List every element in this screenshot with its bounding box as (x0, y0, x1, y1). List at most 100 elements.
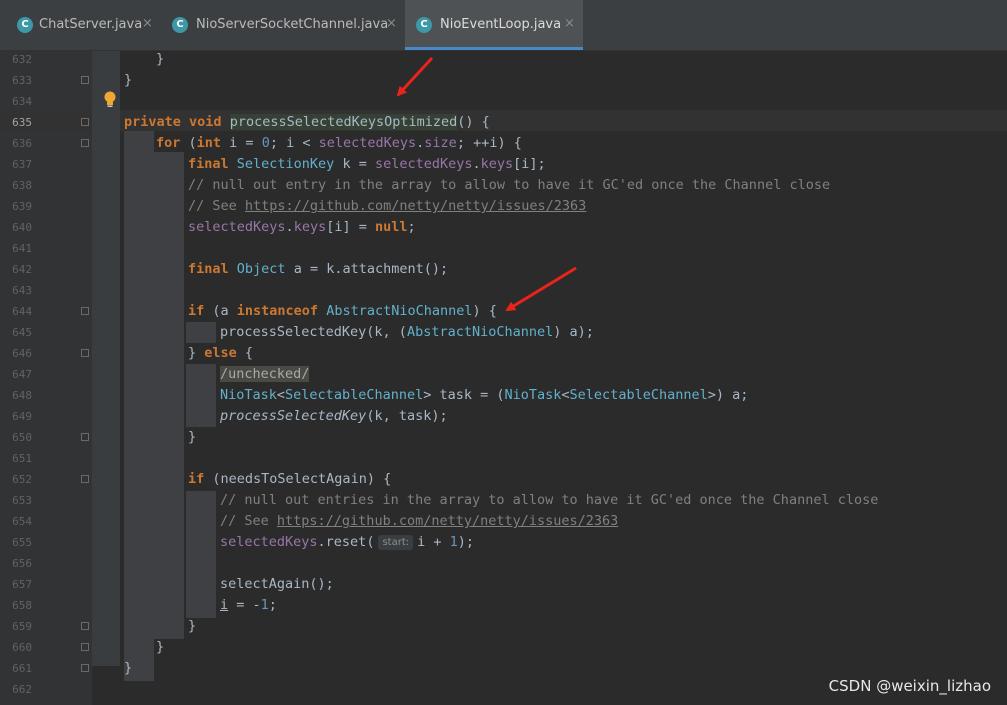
code-line: 657 selectAgain(); (0, 574, 1007, 595)
code-line: 636 for (int i = 0; i < selectedKeys.siz… (0, 133, 1007, 154)
code-line: 659 } (0, 616, 1007, 637)
fold-marker-icon[interactable] (81, 349, 89, 357)
fold-marker-icon[interactable] (81, 664, 89, 672)
code-text: for (int i = 0; i < selectedKeys.size; +… (156, 135, 522, 151)
tab-chatserver[interactable]: C ChatServer.java × (0, 0, 160, 50)
line-number: 635 (12, 116, 32, 129)
line-number: 637 (12, 158, 32, 171)
code-text: } (156, 51, 165, 67)
code-line: 656 (0, 553, 1007, 574)
code-line: 654 // See https://github.com/netty/nett… (0, 511, 1007, 532)
code-line: 642 final Object a = k.attachment(); (0, 259, 1007, 280)
code-line: 655 selectedKeys.reset(start: i + 1); (0, 532, 1007, 553)
code-line: 653 // null out entries in the array to … (0, 490, 1007, 511)
fold-marker-icon[interactable] (81, 622, 89, 630)
line-number: 647 (12, 368, 32, 381)
line-number: 658 (12, 599, 32, 612)
line-number: 654 (12, 515, 32, 528)
code-line: 658 i = -1; (0, 595, 1007, 616)
fold-marker-icon[interactable] (81, 433, 89, 441)
java-class-icon: C (17, 17, 33, 33)
close-icon[interactable]: × (564, 16, 575, 31)
fold-marker-icon[interactable] (81, 139, 89, 147)
line-number: 651 (12, 452, 32, 465)
code-line: 652 if (needsToSelectAgain) { (0, 469, 1007, 490)
code-line: 641 (0, 238, 1007, 259)
code-line: 643 (0, 280, 1007, 301)
parameter-hint: start: (378, 535, 414, 550)
code-line: 637 final SelectionKey k = selectedKeys.… (0, 154, 1007, 175)
code-line: 640 selectedKeys.keys[i] = null; (0, 217, 1007, 238)
line-number: 657 (12, 578, 32, 591)
code-text: if (needsToSelectAgain) { (188, 471, 392, 487)
line-number: 655 (12, 536, 32, 549)
code-editor[interactable]: 632 } 633 } 634 635 private void process… (0, 51, 1007, 705)
close-icon[interactable]: × (386, 16, 397, 31)
code-text: // null out entries in the array to allo… (220, 492, 879, 508)
code-line: 632 } (0, 49, 1007, 70)
code-line: 638 // null out entry in the array to al… (0, 175, 1007, 196)
line-number: 643 (12, 284, 32, 297)
editor-tab-bar: C ChatServer.java × C NioServerSocketCha… (0, 0, 1007, 51)
code-line: 661 } (0, 658, 1007, 679)
code-text: NioTask<SelectableChannel> task = (NioTa… (220, 387, 749, 403)
line-number: 638 (12, 179, 32, 192)
code-text: final SelectionKey k = selectedKeys.keys… (188, 156, 546, 172)
java-class-icon: C (172, 17, 188, 33)
close-icon[interactable]: × (142, 16, 153, 31)
code-text: selectedKeys.reset(start: i + 1); (220, 534, 475, 550)
tab-label: ChatServer.java (39, 17, 143, 32)
fold-marker-icon[interactable] (81, 643, 89, 651)
fold-marker-icon[interactable] (81, 307, 89, 315)
code-text: processSelectedKey(k, (AbstractNioChanne… (220, 324, 594, 340)
code-text: } (188, 618, 197, 634)
line-number: 659 (12, 620, 32, 633)
code-line: 639 // See https://github.com/netty/nett… (0, 196, 1007, 217)
line-number: 652 (12, 473, 32, 486)
code-text: i = -1; (220, 597, 277, 613)
line-number: 642 (12, 263, 32, 276)
line-number: 645 (12, 326, 32, 339)
code-line: 646 } else { (0, 343, 1007, 364)
fold-marker-icon[interactable] (81, 76, 89, 84)
line-number: 650 (12, 431, 32, 444)
line-number: 656 (12, 557, 32, 570)
line-number: 639 (12, 200, 32, 213)
tab-nioeventloop[interactable]: C NioEventLoop.java × (405, 0, 583, 50)
line-number: 662 (12, 683, 32, 696)
code-line: 633 } (0, 70, 1007, 91)
code-text: } (124, 660, 133, 676)
line-number: 661 (12, 662, 32, 675)
code-line: 644 if (a instanceof AbstractNioChannel)… (0, 301, 1007, 322)
code-line: 649 processSelectedKey(k, task); (0, 406, 1007, 427)
line-number: 646 (12, 347, 32, 360)
line-number: 632 (12, 53, 32, 66)
code-text: // See https://github.com/netty/netty/is… (220, 513, 619, 529)
code-text: } (156, 639, 165, 655)
code-text: } (124, 72, 133, 88)
code-line: 648 NioTask<SelectableChannel> task = (N… (0, 385, 1007, 406)
code-line: 645 processSelectedKey(k, (AbstractNioCh… (0, 322, 1007, 343)
line-number: 649 (12, 410, 32, 423)
code-text: private void processSelectedKeysOptimize… (124, 114, 490, 130)
watermark: CSDN @weixin_lizhao (828, 677, 991, 695)
line-number: 653 (12, 494, 32, 507)
code-text: // null out entry in the array to allow … (188, 177, 831, 193)
code-text: selectedKeys.keys[i] = null; (188, 219, 416, 235)
line-number: 644 (12, 305, 32, 318)
fold-marker-icon[interactable] (81, 118, 89, 126)
code-text: } (188, 429, 197, 445)
fold-marker-icon[interactable] (81, 475, 89, 483)
code-line: 650 } (0, 427, 1007, 448)
tab-label: NioServerSocketChannel.java (196, 17, 389, 32)
line-number: 648 (12, 389, 32, 402)
code-text: if (a instanceof AbstractNioChannel) { (188, 303, 497, 319)
line-number: 641 (12, 242, 32, 255)
java-class-icon: C (416, 17, 432, 33)
line-number: 634 (12, 95, 32, 108)
line-number: 636 (12, 137, 32, 150)
tab-nioserversocketchannel[interactable]: C NioServerSocketChannel.java × (160, 0, 405, 50)
line-number: 633 (12, 74, 32, 87)
code-text: selectAgain(); (220, 576, 334, 592)
code-line: 651 (0, 448, 1007, 469)
